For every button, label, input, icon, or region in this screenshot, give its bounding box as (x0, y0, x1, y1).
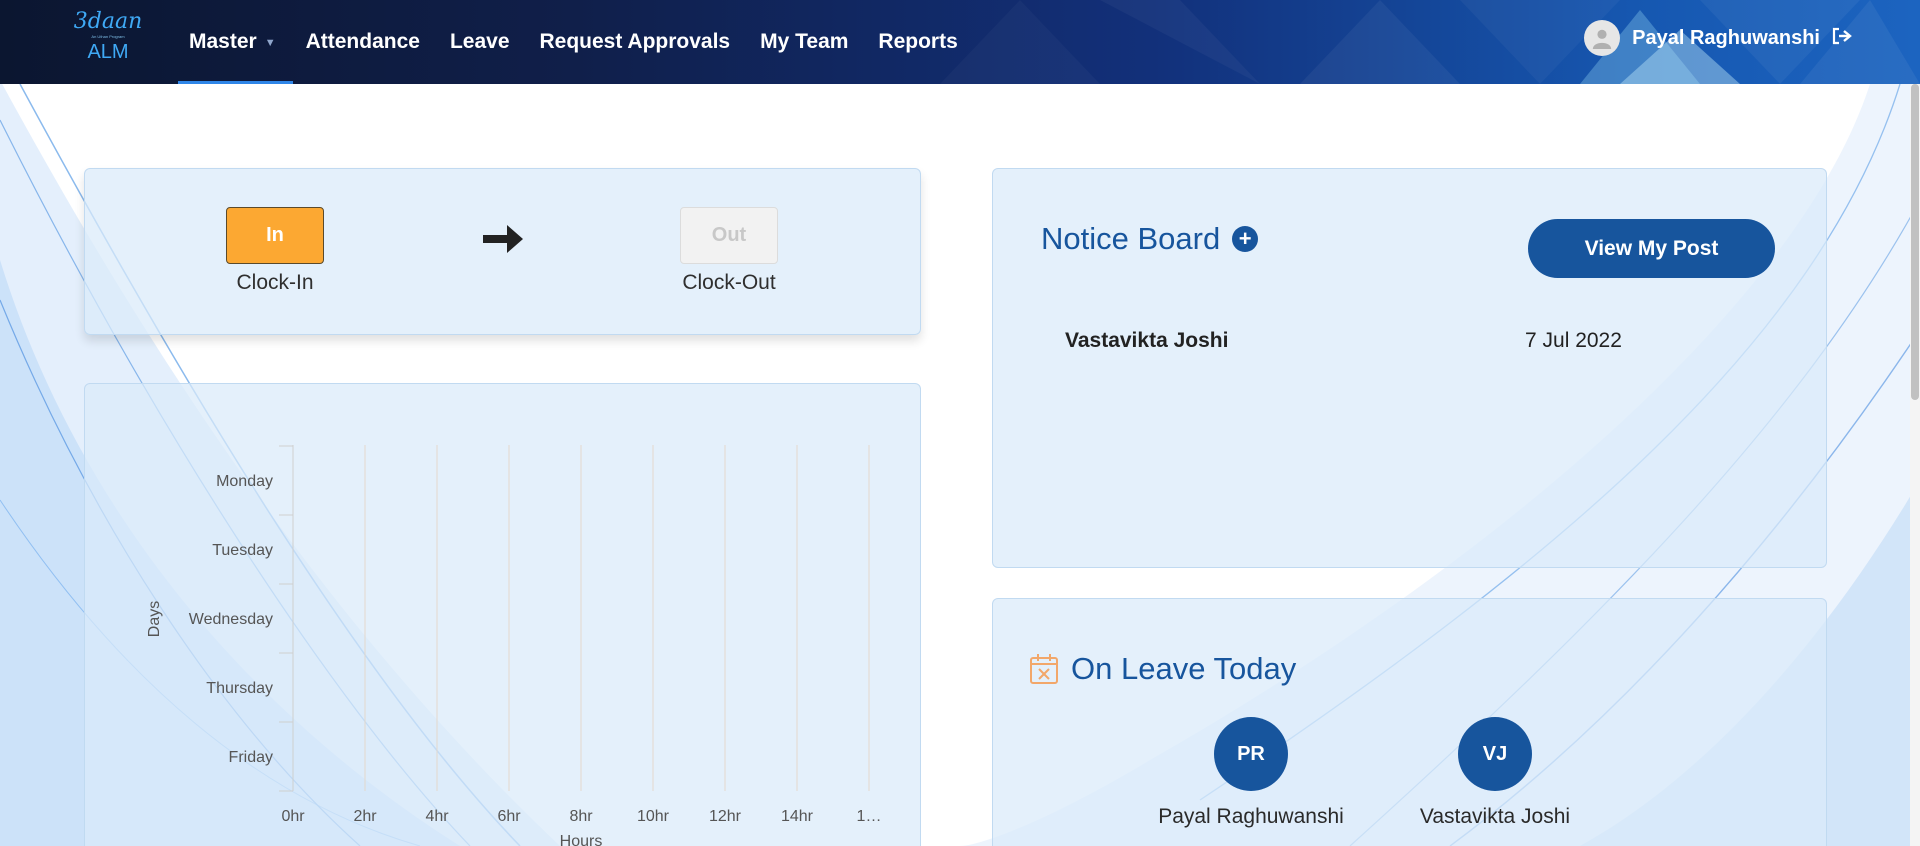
clock-in-button[interactable]: In (226, 207, 324, 264)
leave-person[interactable]: PR Payal Raghuwanshi (1151, 717, 1351, 829)
chart-x-tick-label: 10hr (637, 808, 670, 825)
logo-app-name: ALM (87, 41, 129, 63)
chart-x-tick-label: 0hr (281, 808, 305, 825)
view-my-post-button[interactable]: View My Post (1528, 219, 1775, 278)
clock-out-label: Clock-Out (682, 271, 776, 294)
chart-x-tick-label: 1… (857, 808, 882, 825)
chart-y-tick-label: Monday (216, 473, 273, 490)
notice-board-header: Notice Board + (1041, 221, 1259, 257)
plus-circle-icon[interactable]: + (1232, 226, 1259, 252)
page-scrollbar[interactable] (1910, 84, 1920, 846)
avatar: VJ (1458, 717, 1532, 791)
nav-item-label: Leave (449, 30, 510, 53)
user-icon[interactable] (1584, 20, 1621, 56)
notice-post-date: 7 Jul 2022 (1525, 329, 1622, 352)
chart-x-tick-label: 12hr (709, 808, 742, 825)
nav-item-my-team[interactable]: My Team (749, 0, 865, 84)
nav-item-master[interactable]: Master ▼ (178, 0, 293, 84)
hours-chart-svg: 0hr 2hr 4hr 6hr 8hr 10hr 12hr 14hr 1… Monday Tuesd… (146, 445, 882, 846)
chart-x-tick-label: 4hr (425, 808, 449, 825)
notice-board-card: Notice Board + View My Post Vastavikta J… (992, 168, 1827, 568)
attendance-hours-chart: 0hr 2hr 4hr 6hr 8hr 10hr 12hr 14hr 1… Monday Tuesd… (84, 383, 921, 846)
nav-item-label: Request Approvals (539, 30, 731, 53)
clock-out-button[interactable]: Out (680, 207, 778, 264)
leave-person[interactable]: VJ Vastavikta Joshi (1395, 717, 1595, 829)
leave-person-name: Vastavikta Joshi (1419, 805, 1571, 828)
chart-x-axis-title: Hours (560, 833, 603, 846)
chart-x-tick-label: 2hr (353, 808, 377, 825)
nav-item-request-approvals[interactable]: Request Approvals (529, 0, 748, 84)
chart-y-tick-label: Thursday (206, 680, 273, 697)
chart-x-tick-label: 8hr (569, 808, 593, 825)
chart-y-axis-title: Days (146, 601, 163, 637)
nav-item-label: My Team (760, 30, 849, 53)
on-leave-header: On Leave Today (1029, 651, 1296, 687)
chart-x-tick-label: 14hr (781, 808, 814, 825)
main-nav: Master ▼ Attendance Leave Request Approv… (178, 0, 977, 84)
notice-post-author: Vastavikta Joshi (1065, 329, 1229, 352)
scrollbar-thumb[interactable] (1911, 84, 1919, 400)
nav-item-label: Reports (878, 30, 958, 53)
arrow-right-icon (483, 225, 523, 253)
calendar-x-icon (1030, 654, 1058, 684)
chevron-down-icon: ▼ (264, 37, 276, 49)
leave-person-name: Payal Raghuwanshi (1158, 805, 1344, 828)
nav-item-label: Master (189, 30, 257, 53)
app-logo[interactable]: 3daan An Uthan Program ALM (68, 10, 148, 65)
nav-item-label: Attendance (305, 30, 420, 53)
chart-y-tick-label: Wednesday (189, 611, 273, 628)
logo-wordmark: 3daan (73, 9, 143, 34)
on-leave-title: On Leave Today (1071, 651, 1297, 686)
notice-board-title: Notice Board (1041, 221, 1221, 256)
nav-item-attendance[interactable]: Attendance (295, 0, 437, 84)
chart-x-tick-label: 6hr (497, 808, 521, 825)
on-leave-today-card: On Leave Today PR Payal Raghuwanshi VJ V… (992, 598, 1827, 846)
logout-icon[interactable] (1832, 27, 1852, 50)
top-navbar: 3daan An Uthan Program ALM Master ▼ Atte… (0, 0, 1920, 84)
avatar: PR (1214, 717, 1288, 791)
clock-in-label: Clock-In (236, 271, 314, 294)
nav-item-leave[interactable]: Leave (439, 0, 527, 84)
nav-item-reports[interactable]: Reports (867, 0, 974, 84)
chart-y-tick-label: Friday (229, 749, 273, 766)
user-name[interactable]: Payal Raghuwanshi (1632, 27, 1820, 50)
chart-y-tick-label: Tuesday (212, 542, 273, 559)
user-menu[interactable]: Payal Raghuwanshi (1584, 20, 1852, 56)
clock-card: In Clock-In Out Clock-Out (84, 168, 921, 335)
